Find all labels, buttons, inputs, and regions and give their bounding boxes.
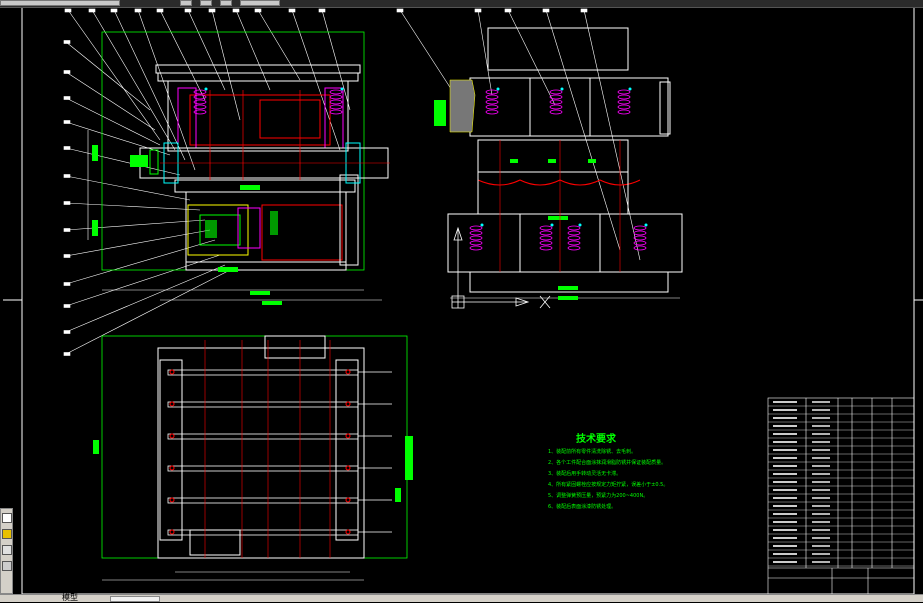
tech-req-line: 1、装配前所有零件清洗除锈、去毛刺。	[548, 449, 637, 455]
tech-req-line: 4、所有紧固螺栓应按规定力矩拧紧，误差小于±0.5。	[548, 482, 669, 488]
top-toolbar	[0, 0, 923, 8]
ucs-icon	[451, 226, 551, 309]
status-bar: 模型	[0, 592, 923, 603]
cursor-icon[interactable]	[2, 513, 12, 523]
tech-req-title: 技术要求	[576, 434, 616, 445]
left-tool-panel	[0, 508, 13, 594]
cad-drawing[interactable]	[0, 0, 923, 602]
drawing-canvas[interactable]: 技术要求 1、装配前所有零件清洗除锈、去毛刺。 2、各个工件配合面涂抹润滑脂防锈…	[0, 0, 923, 602]
side-view	[434, 27, 683, 300]
tech-req-line: 6、装配后表面涂漆防锈处理。	[548, 504, 617, 510]
toolbar-button[interactable]	[200, 0, 212, 6]
tech-req-line: 5、调整弹簧预压量，预紧力为200~400N。	[548, 493, 649, 499]
model-tab-label[interactable]: 模型	[62, 592, 78, 603]
title-block	[767, 397, 915, 595]
properties-icon[interactable]	[2, 561, 12, 571]
toolbar-strip[interactable]	[0, 0, 120, 6]
toolbar-button[interactable]	[220, 0, 232, 6]
layout-tab[interactable]	[110, 596, 160, 602]
tech-req-line: 2、各个工件配合面涂抹润滑脂防锈并保证装配质量。	[548, 460, 667, 466]
toolbar-button[interactable]	[180, 0, 192, 6]
tech-req-line: 3、装配后用手转动灵活无卡滞。	[548, 471, 622, 477]
folder-icon[interactable]	[2, 529, 12, 539]
layer-icon[interactable]	[2, 545, 12, 555]
top-view	[93, 335, 413, 581]
toolbar-button[interactable]	[240, 0, 280, 6]
